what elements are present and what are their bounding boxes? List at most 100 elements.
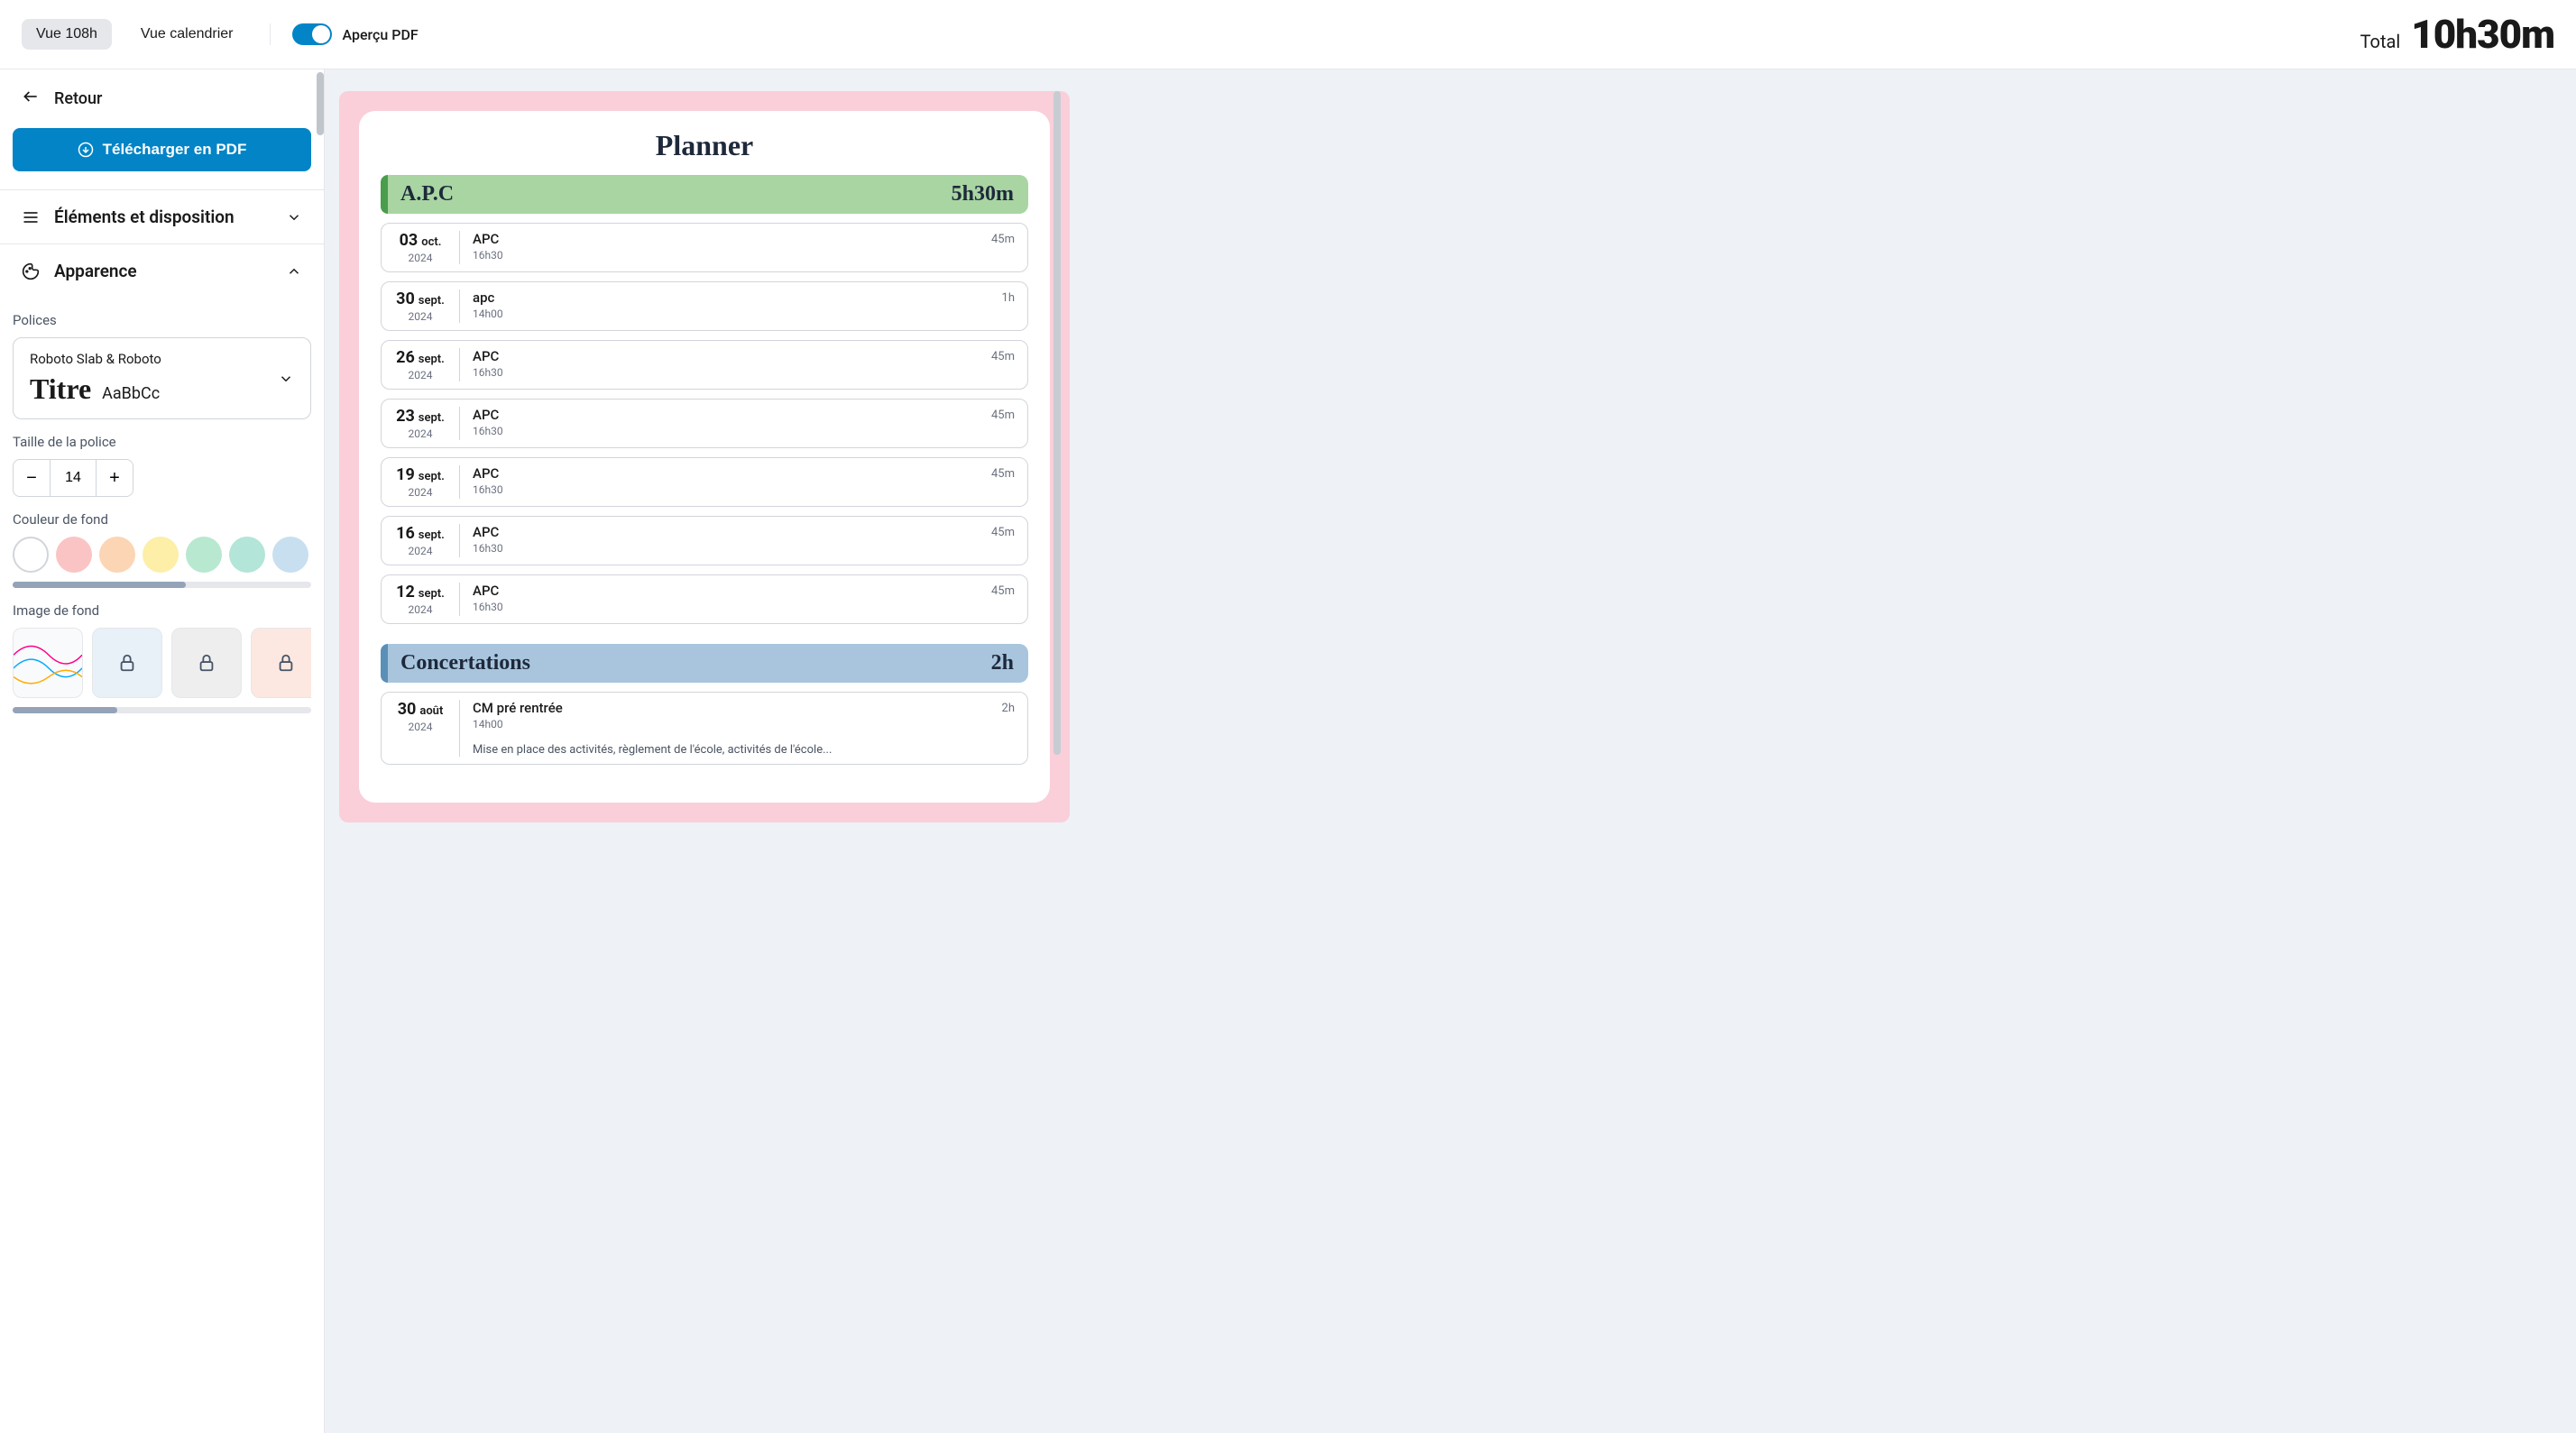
entry-year: 2024 [409, 252, 433, 264]
font-size-stepper: − + [13, 459, 311, 497]
lock-icon [276, 653, 296, 673]
bg-image-thumb-4[interactable] [251, 628, 311, 698]
bg-color-swatch[interactable] [272, 537, 308, 573]
back-label: Retour [54, 89, 102, 108]
entry-title: APC [473, 231, 991, 247]
pdf-preview-label: Aperçu PDF [343, 26, 419, 43]
elements-section-toggle[interactable]: Éléments et disposition [0, 189, 324, 243]
entry-date: 19sept.2024 [394, 465, 446, 499]
font-size-plus-button[interactable]: + [96, 459, 133, 497]
font-size-minus-button[interactable]: − [13, 459, 51, 497]
entry-body: APC16h30 [473, 407, 991, 437]
entry-body: CM pré rentrée14h00Mise en place des act… [473, 700, 1002, 757]
bg-image-label: Image de fond [13, 602, 311, 619]
entry-month: sept. [419, 294, 445, 308]
font-name: Roboto Slab & Roboto [30, 351, 161, 367]
entry-day: 26 [396, 348, 415, 367]
entry-day: 23 [396, 407, 415, 426]
bg-image-thumbs [13, 628, 311, 698]
entry: 03oct.2024APC16h3045m [381, 223, 1028, 272]
group-name: Concertations [400, 651, 530, 675]
entry-month: sept. [419, 587, 445, 601]
group-header: Concertations 2h [381, 644, 1028, 683]
topbar-left: Vue 108h Vue calendrier Aperçu PDF [22, 19, 419, 50]
swatch-scrollbar[interactable] [13, 582, 311, 588]
divider [270, 23, 271, 45]
bg-color-swatch[interactable] [229, 537, 265, 573]
back-button[interactable]: Retour [0, 69, 324, 128]
entry-time: 16h30 [473, 601, 991, 613]
topbar-right: Total 10h30m [2360, 11, 2554, 58]
pdf-preview-toggle[interactable] [292, 23, 332, 45]
entry-month: oct. [421, 235, 441, 249]
entry-year: 2024 [409, 427, 433, 440]
entry: 30sept.2024apc14h001h [381, 281, 1028, 331]
palette-icon [22, 262, 40, 280]
entry-day: 19 [396, 465, 415, 484]
font-size-input[interactable] [51, 459, 96, 497]
view-calendar-button[interactable]: Vue calendrier [126, 19, 248, 50]
fonts-label: Polices [13, 312, 311, 328]
entry-body: APC16h30 [473, 465, 991, 496]
entry-year: 2024 [409, 545, 433, 557]
entry: 16sept.2024 APC 16h3045m [381, 516, 1028, 565]
entry-month: sept. [419, 470, 445, 483]
entry-time: 16h30 [473, 366, 991, 379]
entry-divider [459, 524, 460, 557]
entry: 12sept.2024APC16h3045m [381, 574, 1028, 624]
page-canvas: Planner A.P.C5h30m03oct.2024APC16h3045m3… [339, 91, 1070, 822]
entry-title: APC [473, 524, 991, 540]
font-select[interactable]: Roboto Slab & Roboto Titre AaBbCc [13, 337, 311, 419]
entry: 23sept.2024 APC16h3045m [381, 399, 1028, 448]
waves-icon [14, 628, 82, 698]
entry: 19sept.2024APC16h3045m [381, 457, 1028, 507]
bg-image-thumb-1[interactable] [13, 628, 83, 698]
entry-body: apc14h00 [473, 289, 1002, 320]
entry-duration: 45m [991, 526, 1015, 539]
entry-day: 12 [396, 583, 415, 602]
bg-color-swatch[interactable] [56, 537, 92, 573]
pdf-preview-toggle-wrap: Aperçu PDF [292, 23, 419, 45]
entry-title: APC [473, 407, 991, 423]
sidebar-scrollbar[interactable] [317, 72, 324, 135]
download-label: Télécharger en PDF [103, 141, 247, 159]
entry-duration: 2h [1002, 702, 1015, 715]
entry-time: 16h30 [473, 542, 991, 555]
bg-color-swatch[interactable] [186, 537, 222, 573]
entry-desc: Mise en place des activités, règlement d… [473, 743, 1002, 757]
entry-date: 23sept.2024 [394, 407, 446, 440]
entry: 30août2024CM pré rentrée14h00Mise en pla… [381, 692, 1028, 765]
bg-color-swatch[interactable] [143, 537, 179, 573]
entry-title: APC [473, 583, 991, 599]
main-scrollbar[interactable] [1053, 91, 1061, 755]
group-header: A.P.C5h30m [381, 175, 1028, 214]
entry-duration: 45m [991, 409, 1015, 422]
entry-time: 14h00 [473, 718, 1002, 730]
bg-image-thumb-2[interactable] [92, 628, 162, 698]
font-preview-body: AaBbCc [102, 384, 160, 403]
group-duration: 2h [991, 651, 1014, 675]
entry-divider [459, 700, 460, 757]
bg-color-swatch[interactable] [99, 537, 135, 573]
bg-image-scrollbar[interactable] [13, 707, 311, 713]
bg-image-thumb-3[interactable] [171, 628, 242, 698]
total-value: 10h30m [2411, 11, 2554, 58]
bg-color-swatches [13, 537, 311, 573]
entry-divider [459, 348, 460, 381]
arrow-left-icon [22, 87, 40, 110]
entry-body: APC 16h30 [473, 524, 991, 555]
lock-icon [117, 653, 137, 673]
entry-date: 16sept.2024 [394, 524, 446, 557]
appearance-section-toggle[interactable]: Apparence [0, 243, 324, 298]
download-icon [78, 142, 94, 158]
download-pdf-button[interactable]: Télécharger en PDF [13, 128, 311, 171]
list-icon [22, 208, 40, 226]
topbar: Vue 108h Vue calendrier Aperçu PDF Total… [0, 0, 2576, 69]
bg-color-swatch[interactable] [13, 537, 49, 573]
entry-year: 2024 [409, 310, 433, 323]
page-title: Planner [381, 129, 1028, 162]
lock-icon [197, 653, 216, 673]
entry-body: APC16h30 [473, 348, 991, 379]
view-108h-button[interactable]: Vue 108h [22, 19, 112, 50]
entry-time: 16h30 [473, 483, 991, 496]
